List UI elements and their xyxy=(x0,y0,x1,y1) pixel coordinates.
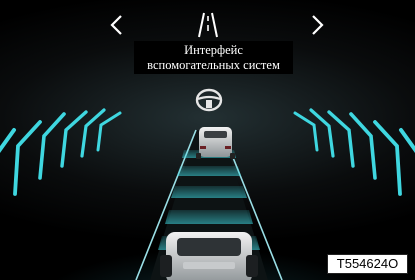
chevron-right-icon[interactable] xyxy=(304,12,330,38)
ego-vehicle xyxy=(160,232,258,280)
right-lane-chevrons xyxy=(293,108,415,196)
page-title: Интерфейс вспомогательных систем xyxy=(134,41,293,74)
title-line-2: вспомогательных систем xyxy=(147,58,280,72)
title-line-1: Интерфейс xyxy=(184,43,243,57)
lead-vehicle xyxy=(196,127,235,159)
driver-assist-screen: Интерфейс вспомогательных систем T554624… xyxy=(0,0,415,280)
lane-view-icon[interactable] xyxy=(195,10,221,40)
chevron-left-icon[interactable] xyxy=(104,12,130,38)
steering-wheel-icon xyxy=(195,88,223,112)
left-lane-chevrons xyxy=(0,108,122,196)
image-code-label: T554624O xyxy=(327,254,408,274)
